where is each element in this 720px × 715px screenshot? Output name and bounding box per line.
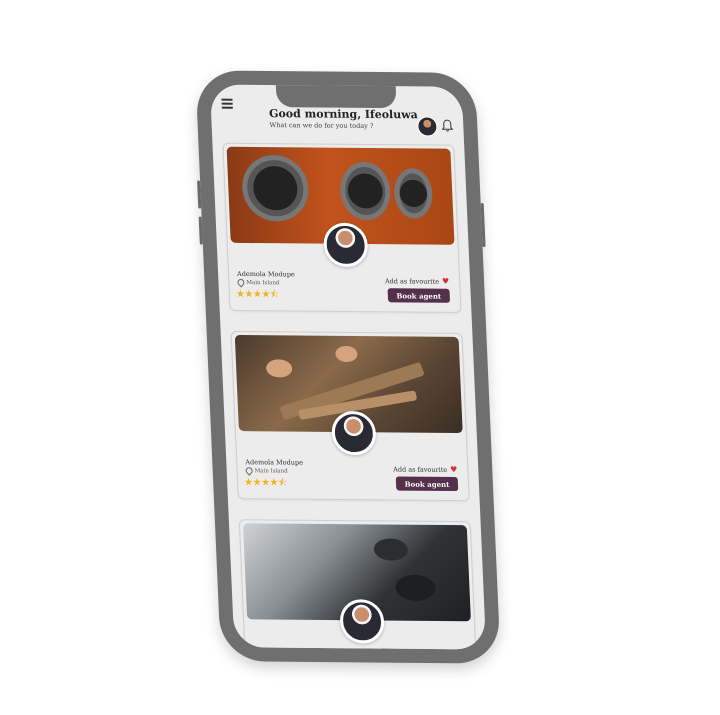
volume-up-button [197, 180, 202, 209]
favourite-label: Add as favourite [392, 464, 448, 474]
agent-location-label: Main Island [246, 279, 280, 286]
volume-down-button [198, 216, 203, 245]
pin-icon [244, 465, 255, 476]
agent-location-label: Main Island [254, 467, 288, 475]
book-agent-button[interactable]: Book agent [395, 476, 459, 492]
greeting-block: Good morning, Ifeoluwa What can we do fo… [268, 107, 419, 130]
notch [275, 84, 397, 109]
user-avatar[interactable] [416, 116, 438, 137]
bell-icon[interactable] [441, 119, 454, 133]
agent-card[interactable]: Ademola Modupe Main Island ★★★★⯪ Add as … [222, 142, 462, 313]
agent-card[interactable]: Ademola Modupe Main Island ★★★★⯪ Add as … [230, 330, 470, 502]
app-screen: Good morning, Ifeoluwa What can we do fo… [209, 84, 487, 650]
star-rating: ★★★★⯪ [235, 288, 280, 301]
agent-location: Main Island [244, 465, 288, 476]
greeting-title: Good morning, Ifeoluwa [268, 107, 419, 122]
heart-icon[interactable]: ♥ [450, 465, 458, 474]
add-favourite-button[interactable]: Add as favourite ♥ [393, 464, 458, 474]
agent-card[interactable] [238, 519, 478, 650]
agent-location: Main Island [236, 277, 280, 288]
book-agent-button[interactable]: Book agent [387, 288, 451, 303]
add-favourite-button[interactable]: Add as favourite ♥ [385, 276, 450, 286]
agent-feed[interactable]: Ademola Modupe Main Island ★★★★⯪ Add as … [222, 142, 478, 650]
menu-icon[interactable] [221, 98, 233, 111]
phone-frame: Good morning, Ifeoluwa What can we do fo… [195, 70, 501, 664]
star-rating: ★★★★⯪ [243, 477, 288, 489]
pin-icon [236, 277, 246, 288]
power-button [480, 203, 486, 248]
heart-icon[interactable]: ♥ [442, 277, 450, 286]
agent-name: Ademola Modupe [245, 458, 304, 467]
favourite-label: Add as favourite [384, 276, 440, 286]
greeting-subtitle: What can we do for you today ? [269, 121, 374, 130]
agent-name: Ademola Modupe [236, 269, 295, 279]
